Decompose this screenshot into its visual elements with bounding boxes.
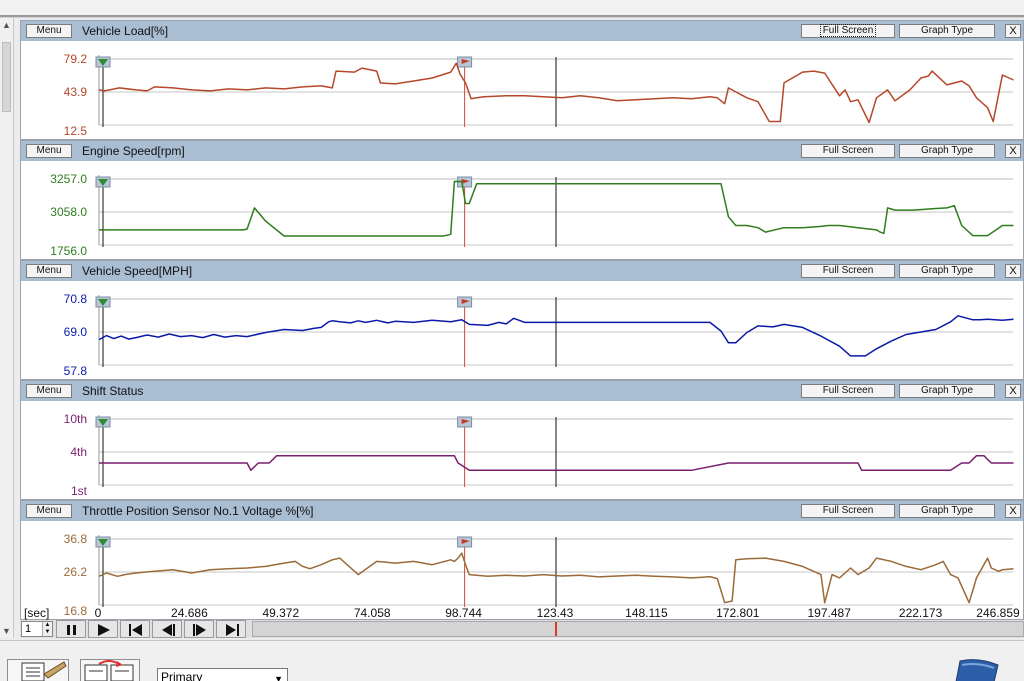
- data-list-button[interactable]: [7, 659, 69, 681]
- time-tick-label: 123.43: [536, 606, 574, 620]
- page-spinner[interactable]: 1 ▲ ▼: [21, 621, 53, 637]
- switch-view-button[interactable]: [80, 659, 140, 681]
- time-axis: [sec] 0 24.686 49.372 74.058 98.744 123.43 148…: [20, 604, 1024, 620]
- pause-icon: [67, 625, 76, 635]
- graph-panel: Menu Vehicle Load[%] Full Screen Graph T…: [20, 20, 1024, 140]
- timeline-cursor[interactable]: [555, 622, 557, 636]
- graph-panel: Menu Engine Speed[rpm] Full Screen Graph…: [20, 140, 1024, 260]
- bottom-toolbar: Primary ▼: [0, 640, 1024, 681]
- skip-to-end-icon: [226, 624, 239, 636]
- top-toolbar-strip: [0, 0, 1024, 18]
- time-tick-label: 74.058: [353, 606, 391, 620]
- graph-panel: Menu Vehicle Speed[MPH] Full Screen Grap…: [20, 260, 1024, 380]
- flag-icon[interactable]: [948, 659, 1008, 681]
- graph-panel: Menu Shift Status Full Screen Graph Type…: [20, 380, 1024, 500]
- plot-area: [95, 295, 1014, 367]
- switch-view-icon: [84, 660, 134, 681]
- skip-to-start-icon: [129, 624, 142, 636]
- time-tick-label: 197.487: [807, 606, 851, 620]
- step-back-button[interactable]: [152, 620, 182, 638]
- time-tick-label: 172.801: [716, 606, 760, 620]
- graph-set-select[interactable]: Primary ▼: [157, 668, 288, 681]
- plot-area: [95, 415, 1014, 487]
- time-tick-label: 148.115: [625, 606, 668, 620]
- chevron-down-icon: ▼: [274, 674, 283, 681]
- playback-timeline[interactable]: [252, 621, 1024, 637]
- step-forward-button[interactable]: [184, 620, 214, 638]
- scroll-up-arrow-icon[interactable]: ▲: [2, 20, 11, 30]
- time-tick-label: 24.686: [171, 606, 208, 620]
- graph-panel: Menu Throttle Position Sensor No.1 Volta…: [20, 500, 1024, 620]
- step-forward-icon: [193, 624, 206, 636]
- spinner-up-icon[interactable]: ▲: [42, 622, 52, 629]
- time-tick-label: 0: [94, 606, 102, 620]
- time-tick-label: 98.744: [445, 606, 482, 620]
- spinner-down-icon[interactable]: ▼: [42, 629, 52, 636]
- time-tick-label: 49.372: [262, 606, 300, 620]
- play-button[interactable]: [88, 620, 118, 638]
- scroll-thumb[interactable]: [2, 42, 11, 112]
- pause-button[interactable]: [56, 620, 86, 638]
- plot-area: [95, 535, 1014, 607]
- step-back-icon: [162, 624, 175, 636]
- playback-bar: 1 ▲ ▼: [20, 620, 1024, 638]
- plot-area: [95, 175, 1014, 247]
- plot-area: [95, 55, 1014, 127]
- time-tick-label: 222.173: [898, 606, 943, 620]
- play-icon: [98, 624, 110, 636]
- skip-to-start-button[interactable]: [120, 620, 150, 638]
- skip-to-end-button[interactable]: [216, 620, 246, 638]
- data-list-icon: [21, 661, 67, 681]
- time-axis-unit: [sec]: [24, 606, 50, 620]
- graph-set-select-value: Primary: [161, 670, 203, 681]
- vertical-scrollbar[interactable]: ▲ ▼: [0, 18, 14, 638]
- scroll-down-arrow-icon[interactable]: ▼: [2, 626, 11, 636]
- time-tick-label: 246.859: [976, 606, 1020, 620]
- page-spinner-value: 1: [25, 623, 32, 635]
